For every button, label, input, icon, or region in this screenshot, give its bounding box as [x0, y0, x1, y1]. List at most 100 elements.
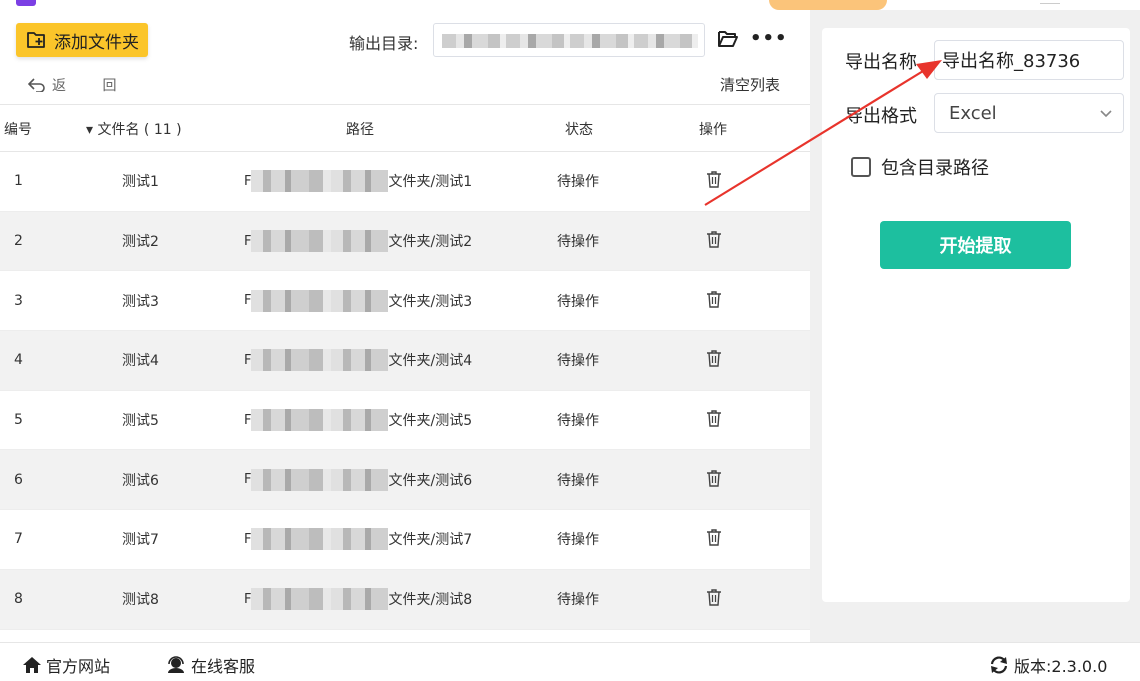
trash-icon[interactable] — [706, 170, 722, 189]
row-path-prefix: F — [244, 293, 252, 309]
row-path: F 文件夹/测试4 — [244, 349, 472, 372]
app-logo-icon — [16, 0, 36, 6]
redacted-path — [442, 34, 698, 48]
export-format-select[interactable]: Excel — [934, 93, 1124, 133]
row-path-prefix: F — [244, 233, 252, 249]
row-filename: 测试6 — [122, 472, 159, 489]
add-folder-label: 添加文件夹 — [54, 32, 139, 52]
version-label: 版本:2.3.0.0 — [1014, 657, 1108, 676]
row-filename: 测试1 — [122, 174, 159, 191]
row-status: 待操作 — [557, 174, 599, 191]
checkbox-box[interactable] — [851, 157, 871, 177]
folder-open-icon[interactable] — [717, 30, 739, 48]
row-filename: 测试5 — [122, 413, 159, 430]
row-num: 3 — [14, 292, 23, 309]
redacted-path — [251, 528, 389, 551]
row-path: F 文件夹/测试5 — [244, 409, 472, 432]
online-service-label: 在线客服 — [191, 657, 256, 676]
output-dir-label: 输出目录: — [349, 34, 419, 53]
row-num: 4 — [14, 352, 23, 369]
header-num: 编号 — [4, 122, 32, 138]
row-path-prefix: F — [244, 173, 252, 189]
delete-button[interactable] — [706, 349, 722, 371]
row-num: 7 — [14, 531, 23, 548]
start-extract-button[interactable]: 开始提取 — [880, 221, 1071, 269]
undo-button[interactable]: 返 回 — [28, 75, 132, 95]
trash-icon[interactable] — [706, 230, 722, 248]
row-status: 待操作 — [557, 592, 599, 609]
trash-icon[interactable] — [706, 349, 722, 368]
folder-plus-icon — [27, 32, 45, 48]
header-tab-edge[interactable] — [769, 0, 887, 10]
table-row[interactable]: 8 测试8 F 文件夹/测试8 待操作 — [0, 569, 810, 630]
clear-list-button[interactable]: 清空列表 — [720, 74, 780, 95]
row-status: 待操作 — [557, 234, 599, 251]
include-path-label: 包含目录路径 — [881, 158, 989, 179]
row-filename: 测试8 — [122, 592, 159, 609]
include-path-checkbox[interactable]: 包含目录路径 — [851, 154, 989, 180]
table-body: 1 测试1 F 文件夹/测试1 待操作 2 测试2 F 文件夹/测试2 待操作 3 测试3 F 文件夹/测… — [0, 152, 810, 630]
row-path-prefix: F — [244, 472, 252, 488]
row-path-suffix: 文件夹/测试7 — [388, 532, 473, 549]
export-name-input[interactable] — [934, 40, 1124, 80]
table-row[interactable]: 6 测试6 F 文件夹/测试6 待操作 — [0, 450, 810, 511]
add-folder-button[interactable]: 添加文件夹 — [16, 23, 148, 57]
trash-icon[interactable] — [706, 290, 722, 308]
row-path-prefix: F — [244, 591, 252, 607]
row-status: 待操作 — [557, 472, 599, 489]
row-path-suffix: 文件夹/测试1 — [388, 174, 473, 191]
delete-button[interactable] — [706, 290, 722, 312]
undo-icon — [28, 78, 45, 92]
table-row[interactable]: 4 测试4 F 文件夹/测试4 待操作 — [0, 331, 810, 391]
chevron-down-icon — [1100, 110, 1112, 118]
redacted-path — [251, 588, 389, 611]
delete-button[interactable] — [706, 588, 722, 610]
headset-icon — [168, 656, 184, 673]
row-num: 5 — [14, 412, 23, 429]
delete-button[interactable] — [706, 469, 722, 491]
online-service-link[interactable]: 在线客服 — [165, 653, 255, 677]
redacted-path — [251, 289, 389, 312]
output-dir-input[interactable] — [433, 23, 705, 57]
delete-button[interactable] — [706, 230, 722, 252]
row-path: F 文件夹/测试8 — [244, 588, 473, 611]
row-path: F 文件夹/测试6 — [244, 468, 472, 491]
row-path-suffix: 文件夹/测试8 — [388, 592, 473, 609]
row-path-suffix: 文件夹/测试3 — [388, 293, 473, 310]
table-row[interactable]: 2 测试2 F 文件夹/测试2 待操作 — [0, 211, 810, 272]
redacted-path — [251, 230, 389, 253]
row-filename: 测试2 — [122, 234, 159, 251]
minimize-icon[interactable] — [1040, 0, 1060, 4]
file-list-panel: 添加文件夹 输出目录: ••• 返 回 清空列表 编号 ▾ 文件名 ( 11 )… — [0, 10, 810, 642]
export-format-label: 导出格式 — [845, 106, 917, 127]
trash-icon[interactable] — [706, 528, 722, 547]
trash-icon[interactable] — [706, 469, 722, 487]
table-row[interactable]: 7 测试7 F 文件夹/测试7 待操作 — [0, 510, 810, 570]
trash-icon[interactable] — [706, 409, 722, 427]
refresh-icon — [990, 656, 1008, 674]
row-status: 待操作 — [557, 293, 599, 310]
row-status: 待操作 — [557, 532, 599, 549]
delete-button[interactable] — [706, 528, 722, 550]
header-filename[interactable]: ▾ 文件名 ( 11 ) — [86, 119, 182, 139]
row-filename: 测试4 — [122, 353, 159, 370]
delete-button[interactable] — [706, 170, 722, 192]
trash-icon[interactable] — [706, 588, 722, 606]
row-num: 2 — [14, 233, 23, 250]
delete-button[interactable] — [706, 409, 722, 431]
more-icon[interactable]: ••• — [750, 28, 788, 49]
header-path: 路径 — [346, 122, 374, 138]
table-row[interactable]: 5 测试5 F 文件夹/测试5 待操作 — [0, 391, 810, 451]
redacted-path — [251, 349, 389, 372]
table-row[interactable]: 3 测试3 F 文件夹/测试3 待操作 — [0, 271, 810, 332]
file-table: 编号 ▾ 文件名 ( 11 ) 路径 状态 操作 1 测试1 F 文件夹/测试1 待操作… — [0, 104, 810, 630]
row-path: F 文件夹/测试2 — [244, 230, 472, 253]
version-info: 版本:2.3.0.0 — [988, 653, 1107, 677]
row-num: 6 — [14, 471, 23, 488]
official-site-link[interactable]: 官方网站 — [22, 653, 110, 677]
row-path: F 文件夹/测试7 — [244, 528, 473, 551]
row-num: 1 — [14, 173, 23, 190]
table-row[interactable]: 1 测试1 F 文件夹/测试1 待操作 — [0, 152, 810, 212]
row-path: F 文件夹/测试1 — [244, 170, 473, 193]
redacted-path — [251, 468, 389, 491]
